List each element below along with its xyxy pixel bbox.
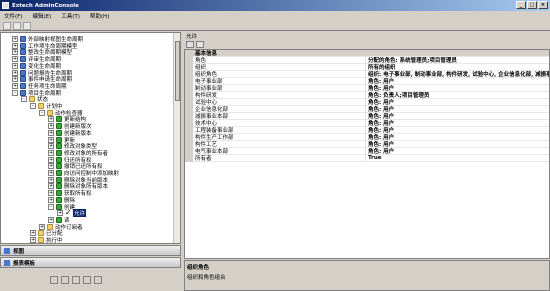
app-icon <box>2 2 9 9</box>
tree-pane: + 外部映射视图生命周期 + 工作项生命周期模型 + 整改生命周期模型 + 评审生命周期 + 变化… <box>0 32 181 244</box>
row-gutter <box>185 49 193 57</box>
description-panel: 组织角色 组织和角色组合 <box>184 260 550 291</box>
row-gutter <box>185 112 193 120</box>
tree-node-label: 允许 <box>73 209 87 218</box>
tree-node-label: 执行中 <box>46 238 63 244</box>
collapse-icon[interactable]: - <box>21 96 27 103</box>
row-gutter <box>185 105 193 113</box>
menu-bar: 文件(F) 编辑(E) 工具(T) 帮助(H) <box>0 11 550 21</box>
maximize-button[interactable]: □ <box>527 1 537 9</box>
collapse-icon[interactable]: - <box>39 109 45 116</box>
refresh-icon[interactable] <box>23 21 31 30</box>
collapse-icon[interactable]: - <box>12 89 18 96</box>
view-panel-header[interactable]: 视图 <box>0 245 181 256</box>
nav-icon-5[interactable] <box>94 275 102 284</box>
row-gutter <box>185 70 193 78</box>
row-gutter <box>185 133 193 141</box>
property-name: 所有者 <box>195 156 212 162</box>
collapse-icon[interactable]: - <box>30 103 36 109</box>
scroll-thumb[interactable] <box>175 41 180 101</box>
nav-icon-2[interactable] <box>61 275 69 284</box>
row-gutter <box>185 63 193 71</box>
row-gutter <box>185 84 193 92</box>
properties-toolbar <box>184 40 550 49</box>
row-gutter <box>185 126 193 134</box>
tree-scrollbar[interactable] <box>173 33 180 243</box>
window-title: Extech AdminConsole <box>12 2 79 9</box>
alphabetical-icon[interactable] <box>196 41 204 48</box>
expand-icon[interactable]: + <box>30 237 36 243</box>
description-title: 组织角色 <box>187 265 210 271</box>
row-gutter <box>185 119 193 127</box>
property-grid: 基本信息 角色 分配的角色: 系统管理员;项目管理员 组织 所有的组织 组织角色 组织: 电… <box>184 49 550 259</box>
report-icon <box>4 259 10 266</box>
save-icon[interactable] <box>13 21 21 30</box>
row-gutter <box>185 140 193 148</box>
view-panel-label: 视图 <box>13 248 25 255</box>
property-row[interactable]: 所有者 True <box>185 154 549 162</box>
row-gutter <box>185 77 193 85</box>
collapse-icon[interactable]: - <box>48 203 54 210</box>
report-template-header[interactable]: 报表模板 <box>0 257 181 268</box>
toolbar <box>0 21 550 31</box>
minimize-button[interactable]: _ <box>516 1 526 9</box>
folder-icon <box>38 237 44 243</box>
new-icon[interactable] <box>3 21 11 30</box>
categorized-icon[interactable] <box>186 41 194 48</box>
nav-strip <box>0 268 181 291</box>
report-template-label: 报表模板 <box>13 260 36 267</box>
title-bar: Extech AdminConsole _ □ × <box>0 0 550 11</box>
row-gutter <box>185 147 193 155</box>
property-value[interactable]: 角色: 用户 <box>365 147 549 155</box>
description-text: 组织和角色组合 <box>187 275 226 281</box>
row-gutter <box>185 154 193 162</box>
properties-pane: 允许 基本信息 角色 分配的角色: 系统管理员;项目管理员 组织 所有的组织 组织角色 组织… <box>184 32 550 291</box>
menu-edit[interactable]: 编辑(E) <box>32 12 51 20</box>
menu-help[interactable]: 帮助(H) <box>90 12 109 20</box>
row-gutter <box>185 56 193 64</box>
close-button[interactable]: × <box>538 1 548 9</box>
row-gutter <box>185 91 193 99</box>
property-value[interactable]: True <box>365 155 549 161</box>
nav-icon-1[interactable] <box>50 275 58 284</box>
properties-header: 允许 <box>184 32 550 40</box>
row-gutter <box>185 98 193 106</box>
nav-icon-4[interactable] <box>83 275 91 284</box>
tree-node[interactable]: + 执行中 <box>30 236 63 244</box>
nav-icon-3[interactable] <box>72 275 80 284</box>
menu-file[interactable]: 文件(F) <box>4 12 22 20</box>
view-icon <box>4 247 10 254</box>
menu-tools[interactable]: 工具(T) <box>61 12 80 20</box>
